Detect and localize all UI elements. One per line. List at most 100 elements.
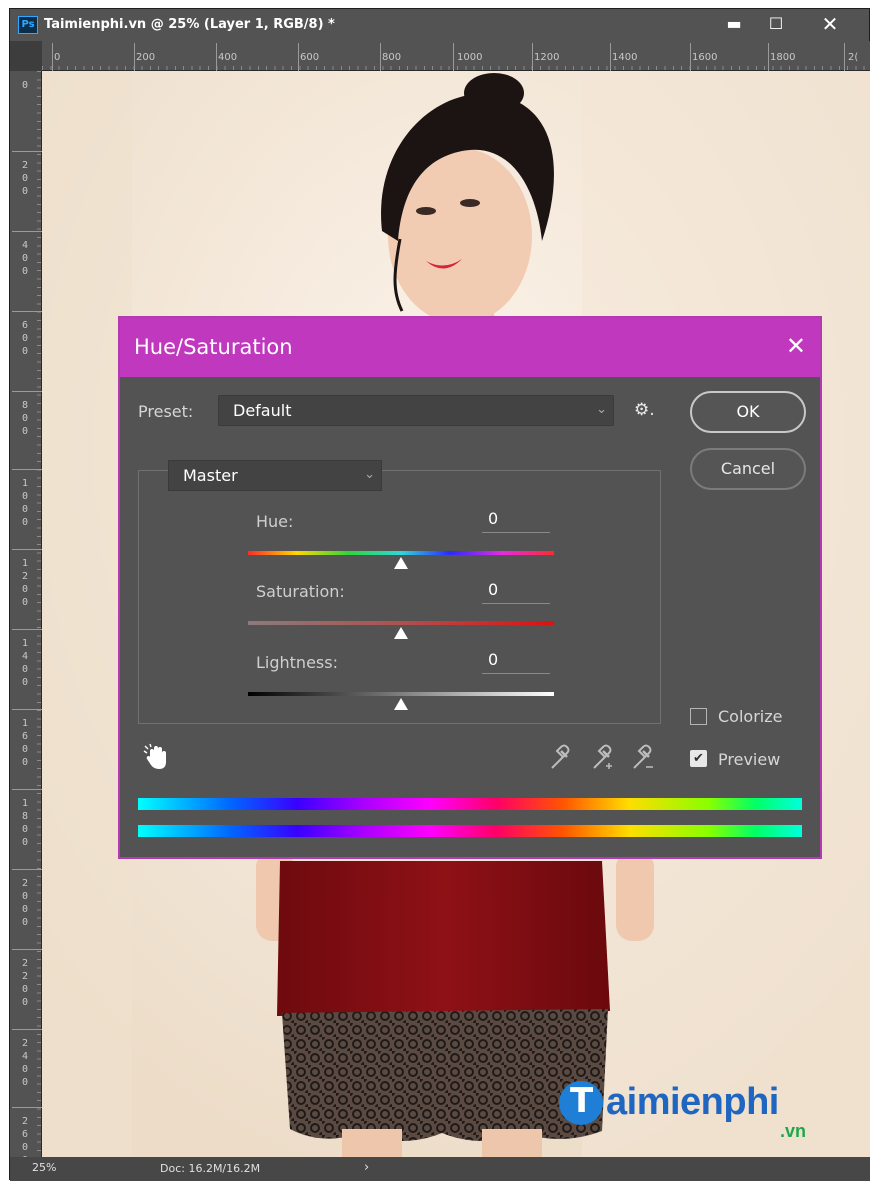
ruler-label: 2 4 0 0 xyxy=(21,1038,29,1088)
hue-value-field[interactable]: 0 xyxy=(482,509,550,533)
vertical-ruler[interactable]: 0 2 0 0 4 0 0 6 0 0 8 0 0 1 0 0 0 1 2 0 … xyxy=(10,71,42,1166)
ruler-tick xyxy=(12,231,42,232)
minimize-icon: ▬ xyxy=(726,14,742,33)
ruler-label: 1600 xyxy=(692,52,718,63)
ruler-tick xyxy=(52,43,53,71)
ruler-label: 2 2 0 0 xyxy=(21,958,29,1008)
ruler-label: 1000 xyxy=(457,52,483,63)
ruler-label: 1200 xyxy=(534,52,560,63)
chevron-down-icon: ⌄ xyxy=(596,402,607,417)
ruler-label: 1800 xyxy=(770,52,796,63)
ruler-tick xyxy=(610,43,611,71)
ruler-tick xyxy=(690,43,691,71)
lightness-slider-thumb[interactable] xyxy=(393,697,409,711)
ruler-tick xyxy=(12,629,42,630)
channel-value: Master xyxy=(183,466,238,485)
saturation-slider-track[interactable] xyxy=(248,621,554,625)
preset-options-gear-icon[interactable]: ⚙. xyxy=(634,400,655,420)
saturation-slider-thumb[interactable] xyxy=(393,626,409,640)
ruler-label: 8 0 0 xyxy=(21,400,29,437)
dialog-header[interactable]: Hue/Saturation ✕ xyxy=(120,318,820,377)
status-bar: 25% Doc: 16.2M/16.2M › xyxy=(10,1157,870,1181)
ruler-label: 6 0 0 xyxy=(21,320,29,357)
document-title: Taimienphi.vn @ 25% (Layer 1, RGB/8) * xyxy=(44,17,335,32)
close-window-button[interactable]: ✕ xyxy=(810,9,850,41)
ruler-tick xyxy=(453,43,454,71)
preview-label[interactable]: Preview xyxy=(718,750,780,769)
ruler-label: 400 xyxy=(218,52,238,63)
preset-value: Default xyxy=(233,401,292,420)
ruler-label: 1 6 0 0 xyxy=(21,718,29,768)
lightness-value-field[interactable]: 0 xyxy=(482,650,550,674)
title-bar[interactable]: Ps Taimienphi.vn @ 25% (Layer 1, RGB/8) … xyxy=(10,9,869,41)
ruler-label: 4 0 0 xyxy=(21,240,29,277)
ruler-label: 200 xyxy=(136,52,156,63)
saturation-value-field[interactable]: 0 xyxy=(482,580,550,604)
ruler-label: 0 xyxy=(21,80,29,91)
ruler-tick xyxy=(380,43,381,71)
minimize-button[interactable]: ▬ xyxy=(714,9,754,41)
ruler-tick xyxy=(216,43,217,71)
dialog-close-button[interactable]: ✕ xyxy=(786,332,806,360)
zoom-level[interactable]: 25% xyxy=(32,1161,56,1174)
cancel-button[interactable]: Cancel xyxy=(690,448,806,490)
hue-saturation-dialog: Hue/Saturation ✕ Preset: Default ⌄ ⚙. OK… xyxy=(118,316,822,859)
hue-slider-track[interactable] xyxy=(248,551,554,555)
preview-checkbox[interactable]: ✔ xyxy=(690,750,707,767)
saturation-label: Saturation: xyxy=(256,582,345,601)
ruler-label: 1 2 0 0 xyxy=(21,558,29,608)
ok-button[interactable]: OK xyxy=(690,391,806,433)
ruler-label: 1400 xyxy=(612,52,638,63)
ruler-label: 1 8 0 0 xyxy=(21,798,29,848)
channel-dropdown[interactable]: Master ⌄ xyxy=(168,460,382,491)
ruler-tick xyxy=(12,469,42,470)
ruler-tick xyxy=(134,43,135,71)
ruler-tick xyxy=(12,789,42,790)
ruler-label: 600 xyxy=(300,52,320,63)
preset-label: Preset: xyxy=(138,402,194,421)
ruler-label: 0 xyxy=(54,52,61,63)
ruler-label: 1 4 0 0 xyxy=(21,638,29,688)
ruler-tick xyxy=(12,151,42,152)
close-icon: ✕ xyxy=(821,12,839,36)
eyedropper-icon[interactable] xyxy=(548,744,574,772)
maximize-button[interactable]: ☐ xyxy=(756,9,796,41)
ruler-tick xyxy=(12,709,42,710)
ruler-tick xyxy=(12,869,42,870)
lightness-label: Lightness: xyxy=(256,653,338,672)
taimienphi-watermark-logo: T aimienphi .vn xyxy=(556,1075,826,1145)
photoshop-app-icon: Ps xyxy=(18,16,38,34)
hue-label: Hue: xyxy=(256,512,294,531)
ruler-tick xyxy=(768,43,769,71)
ruler-label: 2( xyxy=(848,52,859,63)
hue-slider-thumb[interactable] xyxy=(393,556,409,570)
watermark-logo-letter: T xyxy=(570,1081,594,1121)
ruler-tick xyxy=(844,43,845,71)
lightness-slider-track[interactable] xyxy=(248,692,554,696)
ruler-tick xyxy=(12,311,42,312)
document-size: Doc: 16.2M/16.2M xyxy=(160,1162,261,1175)
add-to-sample-eyedropper-icon[interactable] xyxy=(590,744,616,772)
ruler-tick xyxy=(12,391,42,392)
chevron-down-icon: ⌄ xyxy=(364,467,375,482)
watermark-domain: .vn xyxy=(780,1121,807,1141)
maximize-icon: ☐ xyxy=(768,14,784,33)
ruler-tick xyxy=(532,43,533,71)
watermark-name: aimienphi xyxy=(606,1081,779,1123)
output-color-spectrum-bar[interactable] xyxy=(138,825,802,837)
preset-dropdown[interactable]: Default ⌄ xyxy=(218,395,614,426)
ruler-label: 1 0 0 0 xyxy=(21,478,29,528)
ruler-label: 800 xyxy=(382,52,402,63)
ruler-tick xyxy=(298,43,299,71)
ruler-tick xyxy=(12,549,42,550)
ruler-tick xyxy=(12,1107,42,1108)
status-menu-arrow-icon[interactable]: › xyxy=(364,1160,369,1175)
horizontal-ruler[interactable]: 0 200 400 600 800 1000 1200 1400 1600 18… xyxy=(42,41,870,71)
colorize-label[interactable]: Colorize xyxy=(718,707,782,726)
ruler-tick xyxy=(12,1029,42,1030)
colorize-checkbox[interactable] xyxy=(690,708,707,725)
targeted-adjustment-hand-icon[interactable] xyxy=(142,743,172,773)
dialog-title: Hue/Saturation xyxy=(134,335,293,359)
subtract-from-sample-eyedropper-icon[interactable] xyxy=(630,744,656,772)
adjustment-group-box xyxy=(138,470,661,724)
